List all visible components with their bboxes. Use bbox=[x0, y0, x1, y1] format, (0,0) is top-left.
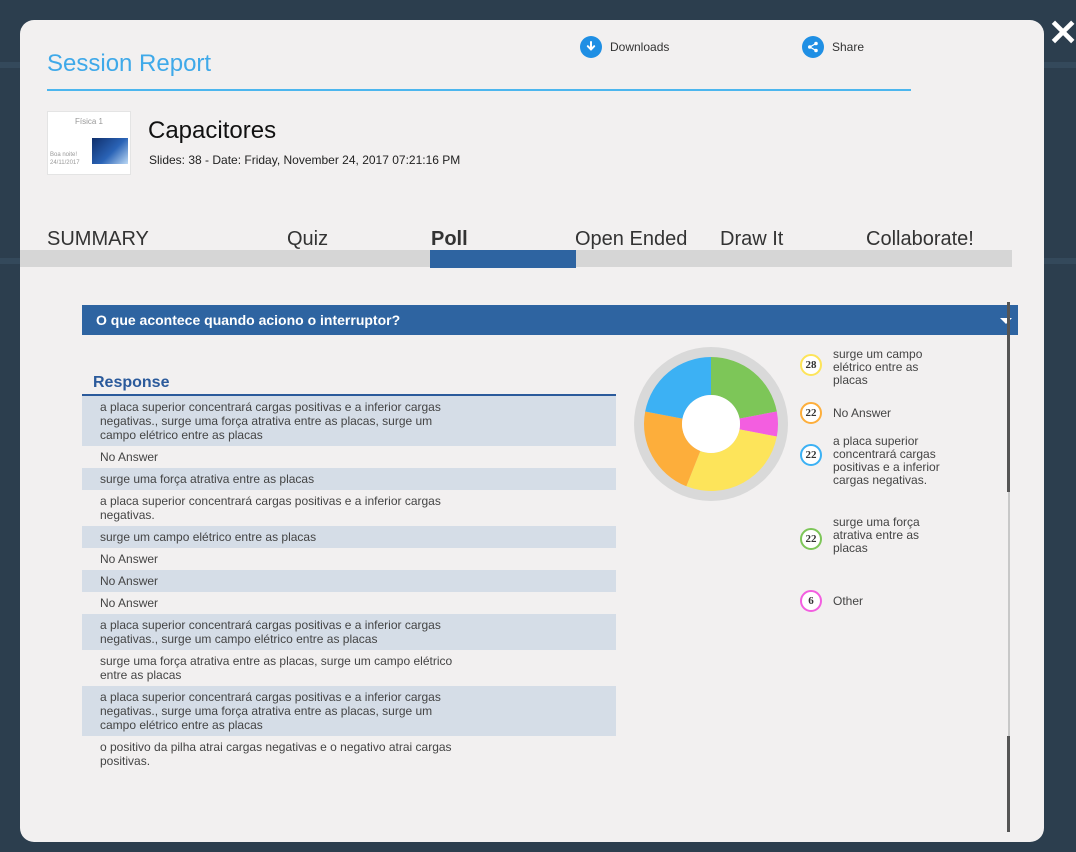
poll-donut-chart bbox=[634, 347, 788, 501]
legend-count-badge: 22 bbox=[800, 528, 822, 550]
response-row: a placa superior concentrará cargas posi… bbox=[100, 494, 441, 522]
legend-label: No Answer bbox=[833, 406, 892, 420]
presentation-title: Capacitores bbox=[148, 117, 277, 144]
question-text: O que acontece quando aciono o interrupt… bbox=[96, 312, 401, 328]
tab-open-ended[interactable]: Open Ended bbox=[575, 228, 687, 251]
response-row: No Answer bbox=[100, 552, 159, 566]
session-report-dialog: Session Report Downloads Share Física 1 … bbox=[20, 20, 1044, 842]
legend-label: surge uma força atrativa entre as placas bbox=[833, 515, 920, 555]
donut-hole bbox=[682, 395, 740, 453]
question-header[interactable]: O que acontece quando aciono o interrupt… bbox=[82, 305, 1018, 335]
share-button[interactable]: Share bbox=[802, 36, 864, 58]
thumbnail-caption: Boa noite! 24/11/2017 bbox=[50, 152, 80, 166]
legend-label: surge um campo elétrico entre as placas bbox=[833, 347, 923, 387]
response-row: a placa superior concentrará cargas posi… bbox=[82, 396, 616, 446]
presentation-thumbnail: Física 1 Boa noite! 24/11/2017 bbox=[47, 111, 131, 175]
active-tab-indicator bbox=[430, 250, 576, 268]
tab-poll[interactable]: Poll bbox=[431, 228, 468, 251]
response-row: a placa superior concentrará cargas posi… bbox=[82, 686, 616, 736]
response-row: No Answer bbox=[100, 596, 159, 610]
page-title: Session Report bbox=[47, 50, 212, 77]
download-icon bbox=[580, 36, 602, 58]
response-row: surge uma força atrativa entre as placas… bbox=[100, 654, 453, 682]
response-row: No Answer bbox=[82, 570, 616, 592]
response-row: surge uma força atrativa entre as placas bbox=[82, 468, 616, 490]
legend-count-badge: 6 bbox=[800, 590, 822, 612]
tab-collaborate[interactable]: Collaborate! bbox=[866, 228, 974, 251]
tab-draw-it[interactable]: Draw It bbox=[720, 228, 783, 251]
title-divider bbox=[47, 89, 911, 91]
legend-count-badge: 28 bbox=[800, 354, 822, 376]
scrollbar-thumb[interactable] bbox=[1007, 302, 1010, 492]
tab-quiz[interactable]: Quiz bbox=[287, 228, 328, 251]
lightning-image bbox=[92, 138, 128, 164]
tab-summary[interactable]: SUMMARY bbox=[47, 228, 149, 251]
share-icon bbox=[802, 36, 824, 58]
legend-count-badge: 22 bbox=[800, 402, 822, 424]
scrollbar-thumb[interactable] bbox=[1007, 736, 1010, 832]
downloads-label: Downloads bbox=[610, 40, 670, 54]
legend-label: a placa superior concentrará cargas posi… bbox=[833, 434, 940, 487]
legend-label: Other bbox=[833, 594, 864, 608]
thumbnail-title: Física 1 bbox=[74, 117, 103, 126]
legend-count-badge: 22 bbox=[800, 444, 822, 466]
response-row: a placa superior concentrará cargas posi… bbox=[82, 614, 616, 650]
response-list: a placa superior concentrará cargas posi… bbox=[82, 396, 616, 842]
response-row: o positivo da pilha atrai cargas negativ… bbox=[100, 740, 452, 768]
response-row: surge um campo elétrico entre as placas bbox=[82, 526, 616, 548]
response-header: Response bbox=[93, 374, 170, 391]
close-button[interactable]: ✕ bbox=[1048, 15, 1076, 51]
response-row: No Answer bbox=[100, 450, 159, 464]
caret-down-icon[interactable] bbox=[1000, 318, 1012, 324]
downloads-button[interactable]: Downloads bbox=[580, 36, 669, 58]
share-label: Share bbox=[832, 40, 865, 54]
presentation-meta: Slides: 38 - Date: Friday, November 24, … bbox=[149, 153, 461, 167]
